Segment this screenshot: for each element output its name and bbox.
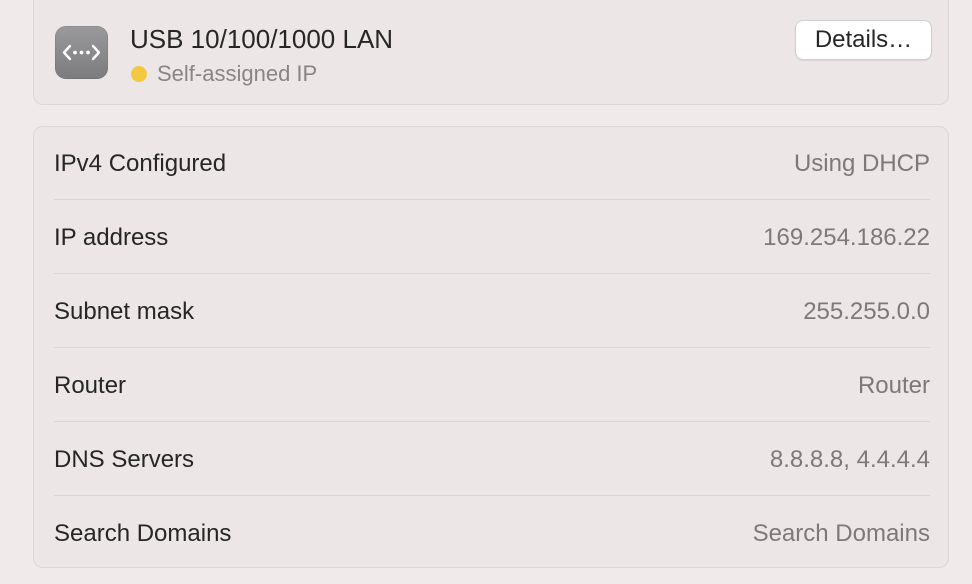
row-search-domains[interactable]: Search Domains Search Domains [54, 497, 930, 571]
connection-name: USB 10/100/1000 LAN [130, 24, 394, 54]
row-value: 169.254.186.22 [763, 224, 930, 251]
network-icon [55, 26, 108, 79]
details-button[interactable]: Details… [795, 20, 932, 60]
row-dns-servers[interactable]: DNS Servers 8.8.8.8, 4.4.4.4 [54, 423, 930, 497]
row-divider [54, 347, 930, 348]
row-divider [54, 199, 930, 200]
connection-header: USB 10/100/1000 LAN Self-assigned IP Det… [33, 0, 949, 105]
row-label: Router [54, 372, 127, 399]
row-label: Subnet mask [54, 298, 195, 325]
tcpip-info-list: IPv4 Configured Using DHCP IP address 16… [33, 126, 949, 568]
row-divider [54, 421, 930, 422]
row-divider [54, 273, 930, 274]
status-dot-icon [131, 66, 147, 82]
connection-status: Self-assigned IP [131, 61, 317, 87]
row-value: 255.255.0.0 [803, 298, 930, 325]
row-divider [54, 495, 930, 496]
row-value: Router [857, 372, 930, 399]
row-router[interactable]: Router Router [54, 349, 930, 423]
row-ipv4-configured[interactable]: IPv4 Configured Using DHCP [54, 127, 930, 201]
row-subnet-mask[interactable]: Subnet mask 255.255.0.0 [54, 275, 930, 349]
row-value: 8.8.8.8, 4.4.4.4 [769, 446, 930, 473]
connection-status-text: Self-assigned IP [157, 61, 318, 86]
row-label: Search Domains [54, 520, 232, 547]
row-value: Search Domains [752, 520, 930, 547]
row-label: IP address [54, 224, 169, 251]
row-label: DNS Servers [54, 446, 195, 473]
row-value: Using DHCP [793, 150, 930, 177]
row-ip-address[interactable]: IP address 169.254.186.22 [54, 201, 930, 275]
row-label: IPv4 Configured [54, 150, 227, 177]
